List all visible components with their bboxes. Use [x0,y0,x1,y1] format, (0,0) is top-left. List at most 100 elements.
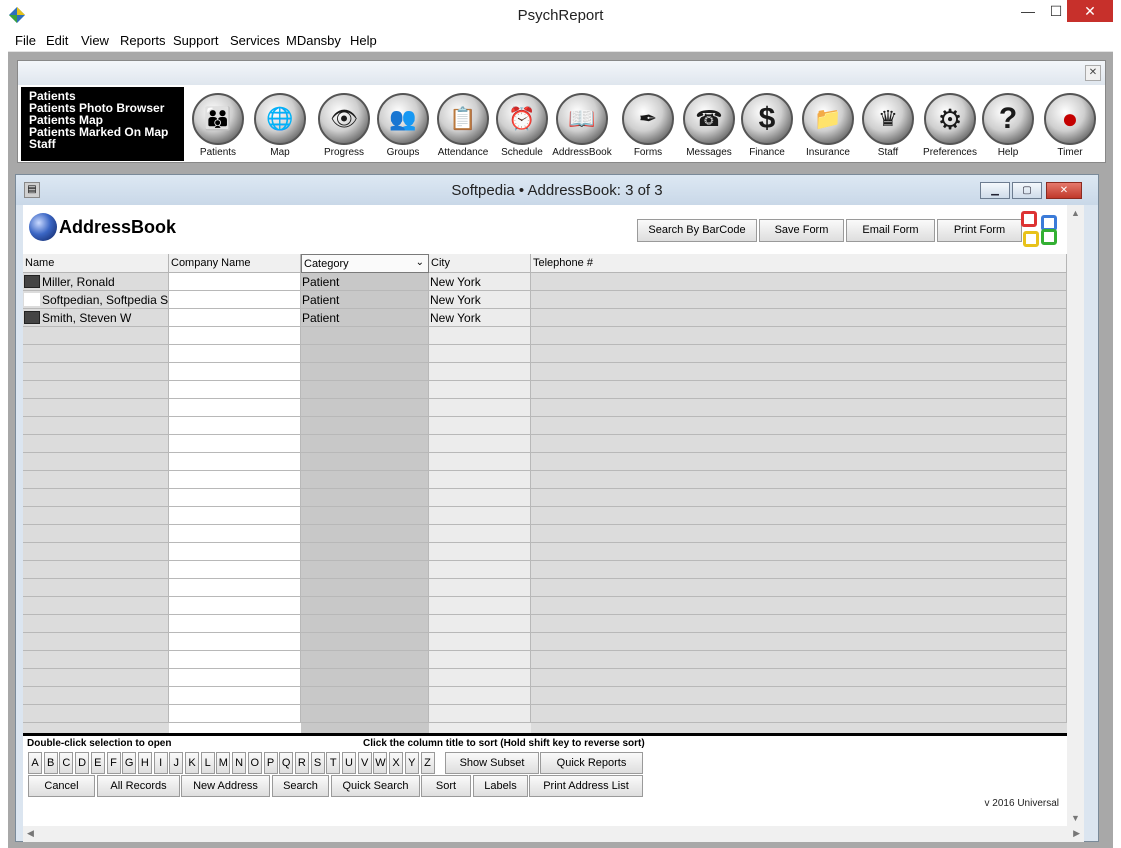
menu-view[interactable]: View [81,33,109,48]
toolbar-timer-button[interactable]: ● Timer [1039,93,1101,158]
toolbar-help-button[interactable]: ? Help [977,93,1039,158]
toolbar-progress-button[interactable]: 👁 Progress [313,93,375,158]
table-cell-empty[interactable] [23,543,169,561]
column-header-telephone[interactable]: Telephone # [531,254,1067,273]
menu-edit[interactable]: Edit [46,33,68,48]
save-form-button[interactable]: Save Form [759,219,844,242]
toolbar-preferences-button[interactable]: ⚙ Preferences [919,93,981,158]
letter-filter-f[interactable]: F [106,752,121,774]
table-cell-empty[interactable] [23,615,169,633]
letter-filter-o[interactable]: O [247,752,262,774]
letter-filter-v[interactable]: V [357,752,372,774]
print-address-list-button[interactable]: Print Address List [529,775,643,797]
table-cell-empty[interactable] [301,615,429,633]
table-cell-empty[interactable] [301,417,429,435]
table-cell-empty[interactable] [531,453,1067,471]
letter-filter-i[interactable]: I [153,752,168,774]
table-cell-empty[interactable] [531,561,1067,579]
quick-reports-button[interactable]: Quick Reports [540,752,643,774]
table-cell-empty[interactable] [301,561,429,579]
sort-button[interactable]: Sort [421,775,471,797]
table-cell-empty[interactable] [23,507,169,525]
table-cell-empty[interactable] [23,435,169,453]
table-cell-empty[interactable] [429,345,531,363]
letter-filter-b[interactable]: B [43,752,58,774]
menu-mdansby[interactable]: MDansby [286,33,341,48]
table-cell-empty[interactable] [429,399,531,417]
letter-filter-l[interactable]: L [200,752,215,774]
menu-reports[interactable]: Reports [120,33,166,48]
table-cell-empty[interactable] [531,489,1067,507]
table-cell-empty[interactable] [531,525,1067,543]
table-cell-empty[interactable] [531,381,1067,399]
table-cell-name[interactable]: Smith, Steven W [23,309,169,327]
table-cell-empty[interactable] [429,579,531,597]
table-cell-empty[interactable] [301,597,429,615]
table-cell-city[interactable]: New York [429,291,531,309]
table-cell-empty[interactable] [531,345,1067,363]
table-cell-company[interactable] [169,273,301,291]
table-cell-empty[interactable] [169,471,301,489]
menu-file[interactable]: File [15,33,36,48]
table-cell-empty[interactable] [531,435,1067,453]
email-form-button[interactable]: Email Form [846,219,935,242]
inner-maximize-button[interactable]: ▢ [1012,182,1042,199]
table-cell-empty[interactable] [429,669,531,687]
print-form-button[interactable]: Print Form [937,219,1022,242]
column-header-category[interactable]: Category ⌄ [301,254,429,273]
table-cell-empty[interactable] [169,651,301,669]
toolbar-forms-button[interactable]: ✒ Forms [617,93,679,158]
table-cell-empty[interactable] [23,705,169,723]
toolbar-patients-button[interactable]: 👪 Patients [187,93,249,158]
letter-filter-a[interactable]: A [28,752,42,774]
column-header-city[interactable]: City [429,254,531,273]
letter-filter-t[interactable]: T [326,752,341,774]
search-button[interactable]: Search [272,775,329,797]
letter-filter-z[interactable]: Z [420,752,435,774]
table-cell-empty[interactable] [169,435,301,453]
table-cell-empty[interactable] [169,327,301,345]
letter-filter-c[interactable]: C [59,752,74,774]
table-cell-empty[interactable] [23,453,169,471]
menu-help[interactable]: Help [350,33,377,48]
vertical-scrollbar[interactable]: ▲ ▼ [1067,205,1084,826]
table-cell-empty[interactable] [23,471,169,489]
table-cell-empty[interactable] [169,597,301,615]
toolbar-attendance-button[interactable]: 📋 Attendance [432,93,494,158]
table-cell-empty[interactable] [531,543,1067,561]
table-cell-empty[interactable] [531,669,1067,687]
new-address-button[interactable]: New Address [181,775,270,797]
table-cell-empty[interactable] [23,633,169,651]
table-cell-empty[interactable] [301,705,429,723]
table-cell-phone[interactable] [531,291,1067,309]
scroll-up-icon[interactable]: ▲ [1071,208,1080,218]
table-cell-city[interactable]: New York [429,309,531,327]
table-cell-empty[interactable] [23,579,169,597]
table-cell-empty[interactable] [531,687,1067,705]
cancel-button[interactable]: Cancel [28,775,95,797]
toolbar-groups-button[interactable]: 👥 Groups [372,93,434,158]
table-cell-name[interactable]: Miller, Ronald [23,273,169,291]
table-cell-empty[interactable] [169,615,301,633]
chevron-down-icon[interactable]: ⌄ [416,257,424,268]
table-cell-empty[interactable] [429,687,531,705]
table-cell-empty[interactable] [301,363,429,381]
table-cell-empty[interactable] [429,507,531,525]
toolbar-staff-button[interactable]: ♛ Staff [857,93,919,158]
table-cell-empty[interactable] [169,669,301,687]
toolbar-addressbook-button[interactable]: 📖 AddressBook [551,93,613,158]
labels-button[interactable]: Labels [473,775,528,797]
maximize-button[interactable]: ☐ [1042,0,1070,22]
letter-filter-e[interactable]: E [90,752,105,774]
show-subset-button[interactable]: Show Subset [445,752,539,774]
table-cell-empty[interactable] [23,363,169,381]
table-cell-empty[interactable] [301,525,429,543]
table-cell-empty[interactable] [301,381,429,399]
table-cell-empty[interactable] [429,525,531,543]
all-records-button[interactable]: All Records [97,775,180,797]
table-cell-empty[interactable] [301,507,429,525]
table-cell-empty[interactable] [429,417,531,435]
toolbar-messages-button[interactable]: ☎ Messages [678,93,740,158]
table-cell-category[interactable]: Patient [301,291,429,309]
table-cell-empty[interactable] [301,633,429,651]
